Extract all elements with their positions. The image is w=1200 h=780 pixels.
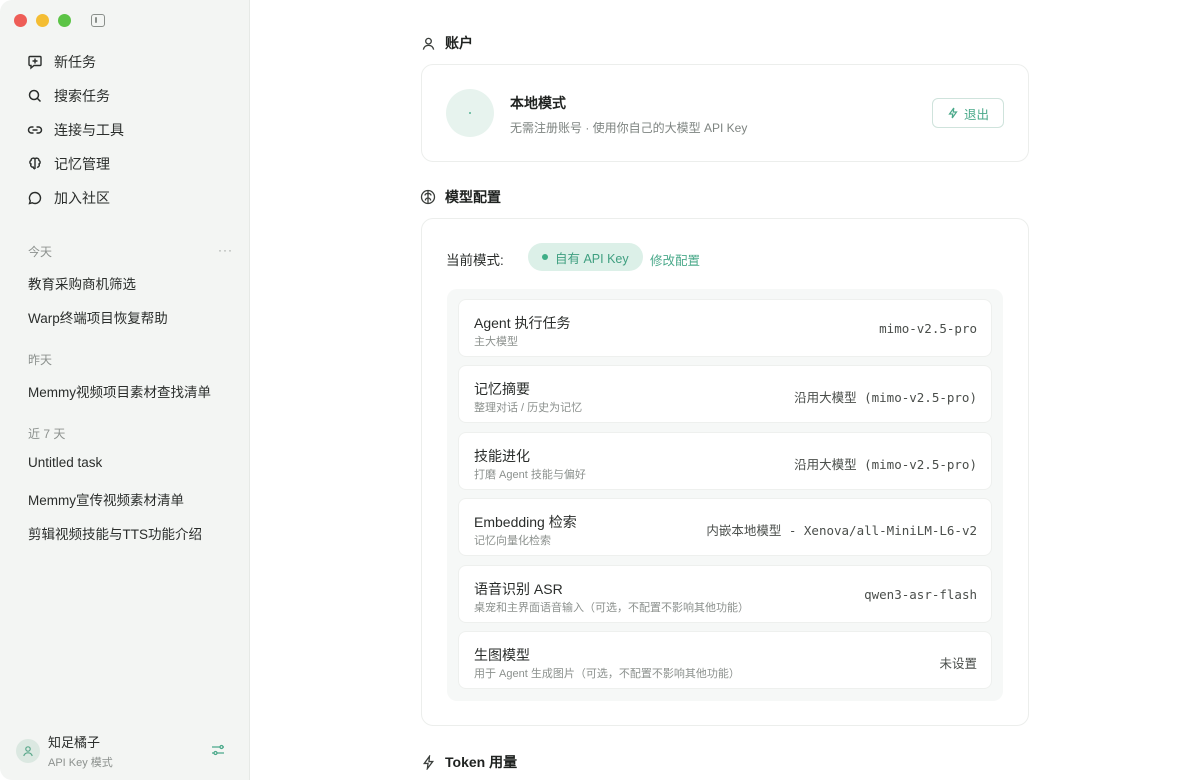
user-icon xyxy=(420,35,436,51)
model-row-asr[interactable]: 语音识别 ASR 桌宠和主界面语音输入（可选，不配置不影响其他功能） qwen3… xyxy=(458,565,992,623)
nav-item-new-task[interactable]: 新任务 xyxy=(16,45,236,79)
chat-bubble-icon xyxy=(26,189,44,207)
model-row-embedding[interactable]: Embedding 检索 记忆向量化检索 内嵌本地模型 - Xenova/all… xyxy=(458,498,992,556)
model-row-title: 语音识别 ASR xyxy=(474,581,563,597)
model-row-value: 沿用大模型 (mimo-v2.5-pro) xyxy=(794,390,977,405)
user-info: 知足橘子 API Key 模式 xyxy=(48,732,113,770)
logout-label: 退出 xyxy=(963,107,989,122)
model-row-description: 桌宠和主界面语音输入（可选，不配置不影响其他功能） xyxy=(474,602,749,614)
model-row-value: qwen3-asr-flash xyxy=(864,587,977,602)
model-row-value: 未设置 xyxy=(939,656,977,671)
account-mode-title: 本地模式 xyxy=(510,95,566,111)
model-row-memory-summary[interactable]: 记忆摘要 整理对话 / 历史为记忆 沿用大模型 (mimo-v2.5-pro) xyxy=(458,365,992,423)
user-mode: API Key 模式 xyxy=(48,757,113,769)
section-title: 账户 xyxy=(445,35,473,51)
link-icon xyxy=(26,121,44,139)
account-section-header: 账户 xyxy=(420,33,473,53)
model-row-description: 记忆向量化检索 xyxy=(474,535,551,547)
brain-icon xyxy=(420,189,436,205)
logout-button[interactable]: 退出 xyxy=(932,98,1004,128)
search-icon xyxy=(26,87,44,105)
task-item[interactable]: Warp终端项目恢复帮助 xyxy=(28,307,168,327)
task-item[interactable]: Memmy宣传视频素材清单 xyxy=(28,489,184,509)
group-label-yesterday: 昨天 xyxy=(28,353,53,367)
task-item[interactable]: 教育采购商机筛选 xyxy=(28,273,136,293)
mode-badge-label: 自有 API Key xyxy=(555,251,629,266)
token-section-header: Token 用量 xyxy=(420,752,517,772)
model-row-description: 主大模型 xyxy=(474,336,518,348)
nav-item-search-tasks[interactable]: 搜索任务 xyxy=(16,79,236,113)
model-row-title: Agent 执行任务 xyxy=(474,315,571,331)
nav-item-label: 新任务 xyxy=(54,54,96,70)
group-label-today: 今天 xyxy=(28,245,53,259)
more-options-icon[interactable]: ··· xyxy=(218,243,233,257)
user-profile[interactable]: 知足橘子 API Key 模式 xyxy=(16,733,236,769)
nav-item-label: 记忆管理 xyxy=(54,156,110,172)
settings-sliders-icon[interactable] xyxy=(210,742,226,758)
model-list: Agent 执行任务 主大模型 mimo-v2.5-pro 记忆摘要 整理对话 … xyxy=(447,289,1003,701)
section-title: Token 用量 xyxy=(445,754,518,770)
status-dot-icon xyxy=(542,254,548,260)
close-window-button[interactable] xyxy=(14,14,27,27)
nav-item-label: 搜索任务 xyxy=(54,88,110,104)
edit-config-link[interactable]: 修改配置 xyxy=(650,250,700,269)
nav-item-label: 连接与工具 xyxy=(54,122,124,138)
nav-item-label: 加入社区 xyxy=(54,190,110,206)
avatar xyxy=(16,739,40,763)
sidebar-toggle-icon[interactable] xyxy=(91,14,105,27)
current-mode-label: 当前模式: xyxy=(446,253,504,268)
section-title: 模型配置 xyxy=(445,189,501,205)
nav-item-connections[interactable]: 连接与工具 xyxy=(16,113,236,147)
model-row-description: 打磨 Agent 技能与偏好 xyxy=(474,469,586,481)
lightning-icon xyxy=(420,754,436,770)
task-item[interactable]: Memmy视频项目素材查找清单 xyxy=(28,381,211,401)
new-task-icon xyxy=(26,53,44,71)
model-row-title: 记忆摘要 xyxy=(474,381,530,397)
maximize-window-button[interactable] xyxy=(58,14,71,27)
group-label-last-7-days: 近 7 天 xyxy=(28,427,66,441)
window-controls xyxy=(14,14,71,27)
nav-item-community[interactable]: 加入社区 xyxy=(16,181,236,215)
model-row-value: 沿用大模型 (mimo-v2.5-pro) xyxy=(794,457,977,472)
model-row-skill-evolution[interactable]: 技能进化 打磨 Agent 技能与偏好 沿用大模型 (mimo-v2.5-pro… xyxy=(458,432,992,490)
account-mode-description: 无需注册账号 · 使用你自己的大模型 API Key xyxy=(510,121,748,135)
task-item[interactable]: 剪辑视频技能与TTS功能介绍 xyxy=(28,523,202,543)
settings-content: 账户 本地模式 无需注册账号 · 使用你自己的大模型 API Key 退出 模型… xyxy=(250,0,1200,780)
user-name: 知足橘子 xyxy=(48,735,101,750)
nav-item-memory[interactable]: 记忆管理 xyxy=(16,147,236,181)
minimize-window-button[interactable] xyxy=(36,14,49,27)
model-row-title: Embedding 检索 xyxy=(474,514,577,530)
model-row-agent[interactable]: Agent 执行任务 主大模型 mimo-v2.5-pro xyxy=(458,299,992,357)
model-row-description: 用于 Agent 生成图片（可选，不配置不影响其他功能） xyxy=(474,668,740,680)
model-row-title: 技能进化 xyxy=(474,448,530,464)
sidebar: 新任务 搜索任务 连接与工具 记忆管理 加入社区 今天 ··· 教育采购商机筛选… xyxy=(0,0,250,780)
model-row-value: mimo-v2.5-pro xyxy=(879,321,977,336)
brain-icon xyxy=(26,155,44,173)
account-avatar xyxy=(446,89,494,137)
model-row-value: 内嵌本地模型 - Xenova/all-MiniLM-L6-v2 xyxy=(706,523,977,538)
mode-status-badge: 自有 API Key xyxy=(528,243,643,271)
model-section-header: 模型配置 xyxy=(420,187,501,207)
sidebar-nav: 新任务 搜索任务 连接与工具 记忆管理 加入社区 xyxy=(16,45,236,215)
model-row-title: 生图模型 xyxy=(474,647,530,663)
model-row-description: 整理对话 / 历史为记忆 xyxy=(474,402,583,414)
lightning-icon xyxy=(947,107,959,119)
account-card: 本地模式 无需注册账号 · 使用你自己的大模型 API Key 退出 xyxy=(421,64,1029,162)
model-config-card: 当前模式: 自有 API Key 修改配置 Agent 执行任务 主大模型 mi… xyxy=(421,218,1029,726)
app-window: 新任务 搜索任务 连接与工具 记忆管理 加入社区 今天 ··· 教育采购商机筛选… xyxy=(0,0,1200,780)
task-item[interactable]: Untitled task xyxy=(28,455,102,470)
model-row-image-generation[interactable]: 生图模型 用于 Agent 生成图片（可选，不配置不影响其他功能） 未设置 xyxy=(458,631,992,689)
